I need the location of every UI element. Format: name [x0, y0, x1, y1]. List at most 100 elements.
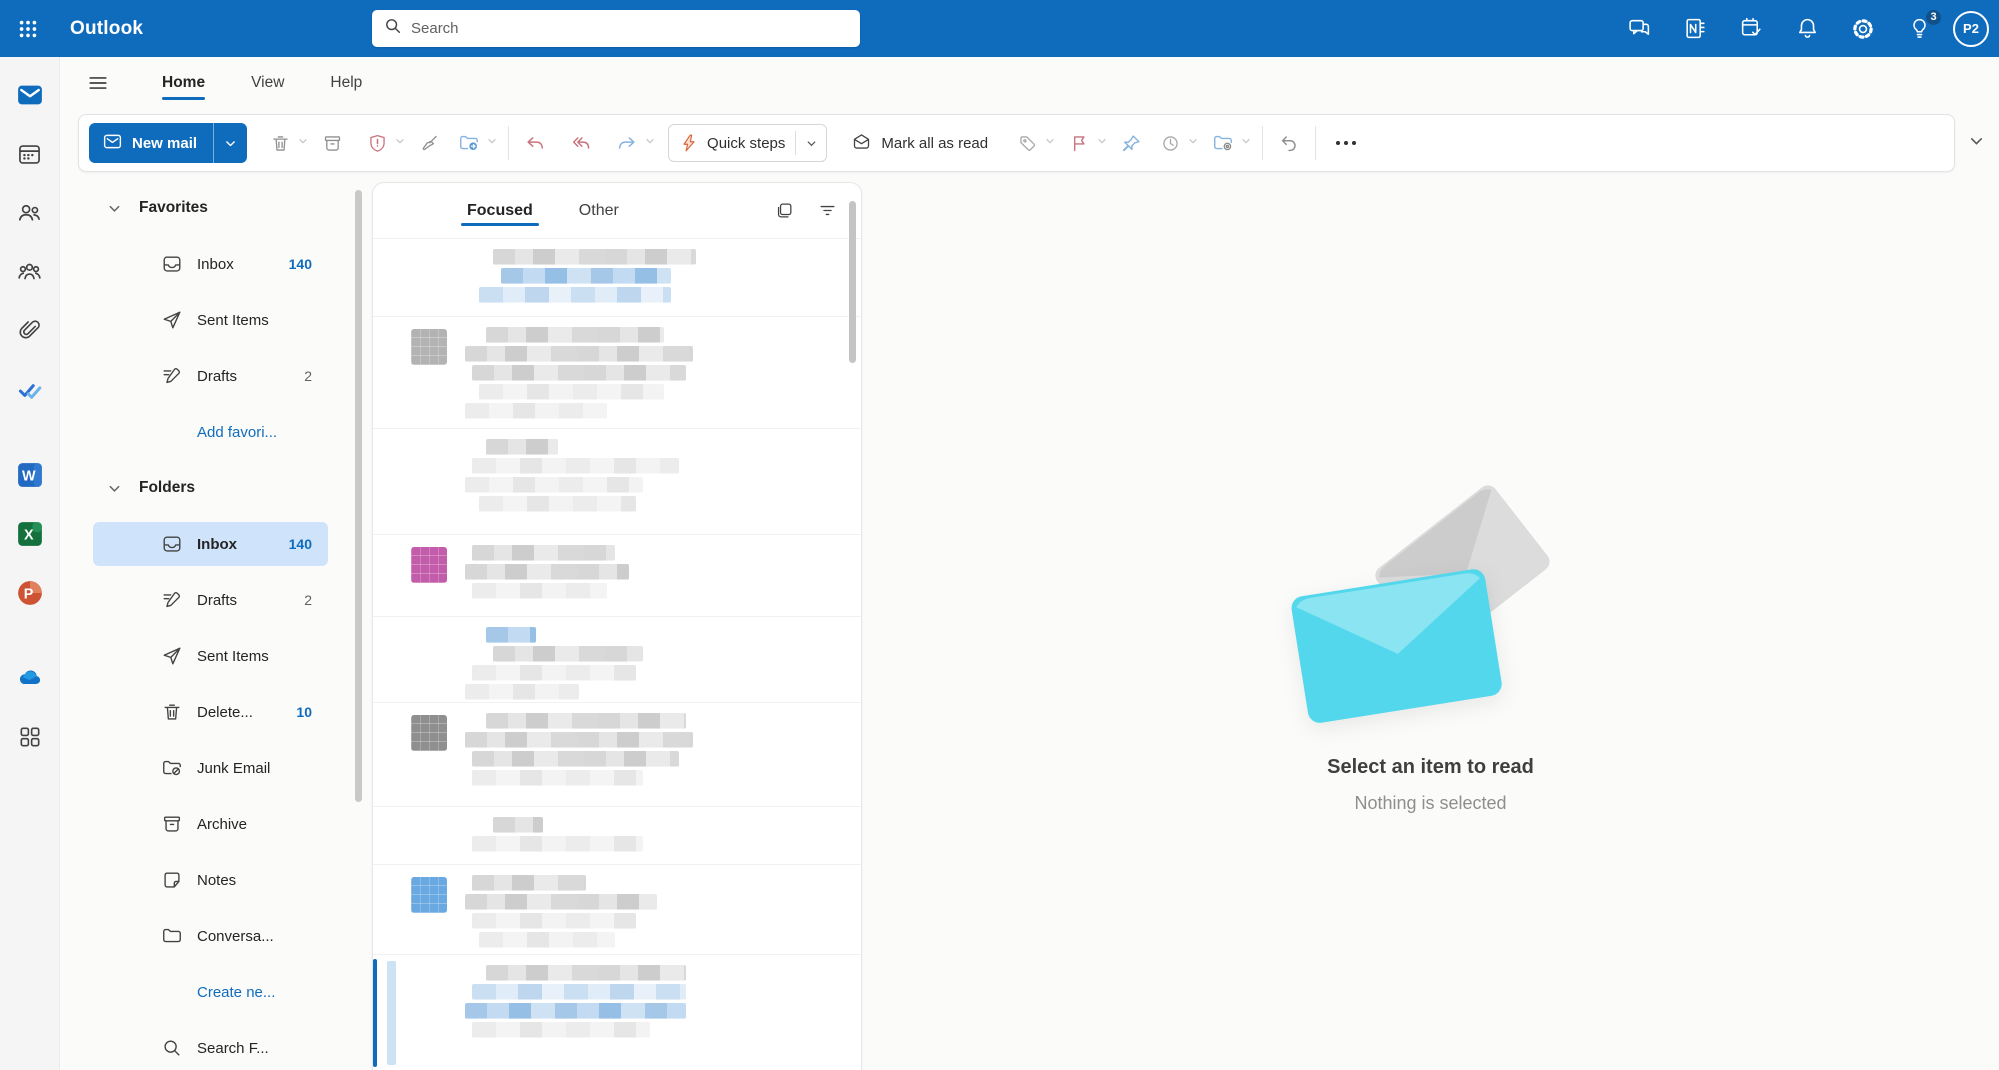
favorites-section-header[interactable]: Favorites — [93, 186, 328, 230]
search-folders-item[interactable]: Search F... — [93, 1026, 328, 1070]
folder-item-drafts[interactable]: Drafts 2 — [93, 578, 328, 622]
pin-button[interactable] — [1116, 125, 1147, 161]
quick-steps-button[interactable]: Quick steps — [668, 124, 827, 162]
message-list-item[interactable] — [373, 865, 861, 955]
files-icon[interactable] — [8, 309, 52, 353]
archive-icon — [161, 813, 183, 835]
tab-other[interactable]: Other — [577, 188, 621, 234]
junk-folder-icon — [161, 757, 183, 779]
settings-icon[interactable] — [1841, 7, 1885, 51]
message-list: Focused Other — [372, 182, 862, 1070]
message-list-item[interactable] — [373, 429, 861, 535]
favorite-item-inbox[interactable]: Inbox 140 — [93, 242, 328, 286]
tab-help[interactable]: Help — [314, 64, 378, 102]
account-avatar[interactable]: P2 — [1953, 11, 1989, 47]
redacted-text-line — [472, 545, 614, 561]
message-list-item[interactable] — [373, 617, 861, 703]
folder-item-archive[interactable]: Archive — [93, 802, 328, 846]
send-icon — [161, 309, 183, 331]
mail-icon[interactable] — [8, 73, 52, 117]
tag-dropdown-icon[interactable] — [1044, 134, 1056, 152]
forward-dropdown-icon[interactable] — [644, 134, 656, 152]
app-rail: W X P — [0, 57, 60, 1070]
new-mail-dropdown[interactable] — [213, 123, 247, 163]
folder-item-sent[interactable]: Sent Items — [93, 634, 328, 678]
message-list-header: Focused Other — [373, 183, 861, 239]
folder-pane-scrollbar[interactable] — [355, 190, 362, 802]
tab-home[interactable]: Home — [146, 64, 221, 102]
folder-icon — [161, 925, 183, 947]
quick-steps-dropdown-icon[interactable] — [796, 137, 826, 150]
move-to-button[interactable] — [453, 125, 485, 161]
folder-item-junk[interactable]: Junk Email — [93, 746, 328, 790]
collapse-ribbon-icon[interactable] — [1968, 133, 1985, 155]
redacted-text-line — [486, 713, 685, 729]
message-list-item[interactable] — [373, 703, 861, 807]
report-button[interactable] — [362, 125, 393, 161]
more-options-button[interactable] — [1326, 125, 1366, 161]
tab-view[interactable]: View — [235, 64, 300, 102]
select-messages-icon[interactable] — [775, 201, 794, 220]
todo-icon[interactable] — [8, 368, 52, 412]
favorite-item-sent[interactable]: Sent Items — [93, 298, 328, 342]
hamburger-menu-icon[interactable] — [78, 63, 118, 103]
message-list-item[interactable] — [373, 807, 861, 865]
app-launcher-icon[interactable] — [0, 0, 56, 57]
tag-button[interactable] — [1012, 125, 1043, 161]
tab-focused[interactable]: Focused — [465, 188, 535, 234]
add-favorite-link[interactable]: Add favori... — [93, 410, 328, 454]
excel-icon[interactable]: X — [8, 512, 52, 556]
snooze-button[interactable] — [1155, 125, 1186, 161]
rules-dropdown-icon[interactable] — [1240, 134, 1252, 152]
message-list-item[interactable] — [373, 955, 861, 1070]
move-to-dropdown-icon[interactable] — [486, 134, 498, 152]
onedrive-icon[interactable] — [8, 656, 52, 700]
search-input[interactable] — [411, 20, 848, 37]
redacted-text-line — [472, 365, 686, 381]
rules-button[interactable] — [1207, 125, 1239, 161]
mark-all-as-read-button[interactable]: Mark all as read — [841, 124, 998, 162]
redacted-text-line — [465, 564, 629, 580]
teams-chat-icon[interactable] — [1617, 7, 1661, 51]
powerpoint-icon[interactable]: P — [8, 571, 52, 615]
new-mail-button[interactable]: New mail — [89, 123, 247, 163]
onenote-feed-icon[interactable] — [1673, 7, 1717, 51]
people-icon[interactable] — [8, 191, 52, 235]
filter-icon[interactable] — [818, 201, 837, 220]
sweep-button[interactable] — [414, 125, 445, 161]
redacted-text-line — [486, 965, 685, 981]
snooze-dropdown-icon[interactable] — [1187, 134, 1199, 152]
archive-button[interactable] — [317, 125, 348, 161]
reply-button[interactable] — [519, 125, 551, 161]
folder-item-deleted[interactable]: Delete... 10 — [93, 690, 328, 734]
undo-button[interactable] — [1273, 125, 1305, 161]
trash-icon — [161, 701, 183, 723]
message-list-item[interactable] — [373, 239, 861, 317]
flag-dropdown-icon[interactable] — [1096, 134, 1108, 152]
folders-section-header[interactable]: Folders — [93, 466, 328, 510]
notifications-icon[interactable] — [1785, 7, 1829, 51]
report-dropdown-icon[interactable] — [394, 134, 406, 152]
delete-dropdown-icon[interactable] — [297, 134, 309, 152]
message-list-scrollbar[interactable] — [849, 201, 856, 363]
create-new-folder-link[interactable]: Create ne... — [93, 970, 328, 1014]
reply-all-button[interactable] — [565, 125, 597, 161]
message-list-item[interactable] — [373, 317, 861, 429]
my-day-icon[interactable] — [1729, 7, 1773, 51]
folder-item-conversation-history[interactable]: Conversa... — [93, 914, 328, 958]
folder-item-notes[interactable]: Notes — [93, 858, 328, 902]
message-list-item[interactable] — [373, 535, 861, 617]
groups-icon[interactable] — [8, 250, 52, 294]
calendar-icon[interactable] — [8, 132, 52, 176]
word-icon[interactable]: W — [8, 453, 52, 497]
tips-icon[interactable]: 3 — [1897, 7, 1941, 51]
drafts-icon — [161, 365, 183, 387]
delete-button[interactable] — [265, 125, 296, 161]
more-apps-icon[interactable] — [8, 715, 52, 759]
forward-button[interactable] — [611, 125, 643, 161]
search-box[interactable] — [372, 10, 860, 47]
folder-item-inbox[interactable]: Inbox 140 — [93, 522, 328, 566]
redacted-text-line — [465, 477, 643, 493]
favorite-item-drafts[interactable]: Drafts 2 — [93, 354, 328, 398]
flag-button[interactable] — [1064, 125, 1095, 161]
